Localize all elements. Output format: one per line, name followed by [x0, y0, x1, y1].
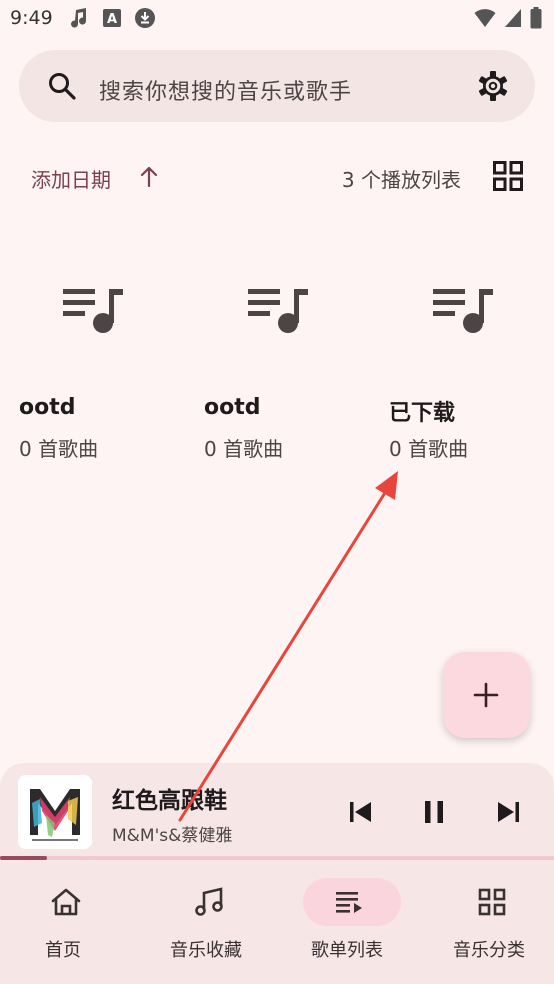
playlist-card-1[interactable]: ootd 0 首歌曲	[19, 285, 199, 475]
nav-item-playlists[interactable]: 歌单列表	[278, 860, 416, 984]
nav-label-home: 首页	[45, 940, 81, 961]
playlist-card-3[interactable]: 已下载 0 首歌曲	[389, 285, 554, 475]
search-input[interactable]: 搜索你想搜的音乐或歌手	[99, 74, 352, 106]
arrow-up-icon[interactable]	[138, 164, 160, 188]
song-title: 红色高跟鞋	[112, 788, 227, 814]
skip-next-icon[interactable]	[493, 797, 523, 827]
playlist-name: ootd	[204, 395, 261, 420]
playlist-song-count: 0 首歌曲	[19, 437, 99, 461]
battery-icon	[530, 7, 542, 29]
nav-label-music-categories: 音乐分类	[453, 940, 525, 961]
sort-by-date-button[interactable]: 添加日期	[31, 164, 111, 193]
status-time: 9:49	[10, 7, 53, 29]
bottom-navigation: 首页 音乐收藏 歌单列表 音乐分类	[0, 860, 554, 984]
playlist-icon	[336, 892, 362, 913]
category-grid-icon	[478, 888, 506, 916]
add-playlist-button[interactable]	[443, 652, 530, 738]
search-icon[interactable]	[47, 71, 77, 101]
svg-text:A: A	[107, 12, 117, 27]
music-notification-icon	[71, 8, 87, 28]
nav-item-home[interactable]: 首页	[0, 860, 132, 984]
mini-player[interactable]: 红色高跟鞋 M&M's&蔡健雅	[0, 763, 554, 861]
sort-row: 添加日期 3 个播放列表	[0, 150, 554, 206]
playlist-name: 已下载	[389, 401, 456, 426]
nav-label-music-favorites: 音乐收藏	[170, 940, 242, 961]
nav-item-music-favorites[interactable]: 音乐收藏	[137, 860, 275, 984]
playlist-song-count: 0 首歌曲	[389, 437, 469, 461]
skip-previous-icon[interactable]	[346, 797, 376, 827]
search-bar[interactable]: 搜索你想搜的音乐或歌手	[19, 50, 535, 122]
playlist-card-2[interactable]: ootd 0 首歌曲	[204, 285, 384, 475]
playlist-name: ootd	[19, 395, 76, 420]
playlist-icon	[63, 289, 123, 333]
wifi-icon	[474, 9, 496, 27]
home-icon	[51, 888, 81, 916]
playlist-icon	[433, 289, 493, 333]
playlist-icon	[248, 289, 308, 333]
playlist-song-count: 0 首歌曲	[204, 437, 284, 461]
text-notification-icon: A	[103, 9, 121, 27]
song-artist: M&M's&蔡健雅	[112, 826, 233, 846]
gear-icon[interactable]	[477, 70, 509, 102]
cellular-signal-icon	[505, 9, 521, 27]
nav-item-music-categories[interactable]: 音乐分类	[420, 860, 554, 984]
status-bar: 9:49 A	[0, 0, 554, 38]
album-art[interactable]	[18, 775, 92, 849]
pause-icon[interactable]	[419, 797, 449, 827]
playlist-count: 3 个播放列表	[341, 168, 461, 192]
grid-view-icon[interactable]	[492, 160, 524, 192]
music-note-icon	[195, 887, 223, 916]
nav-label-playlists: 歌单列表	[311, 940, 383, 961]
plus-icon	[473, 682, 499, 708]
album-cover-image	[18, 775, 92, 849]
download-notification-icon	[135, 8, 155, 28]
